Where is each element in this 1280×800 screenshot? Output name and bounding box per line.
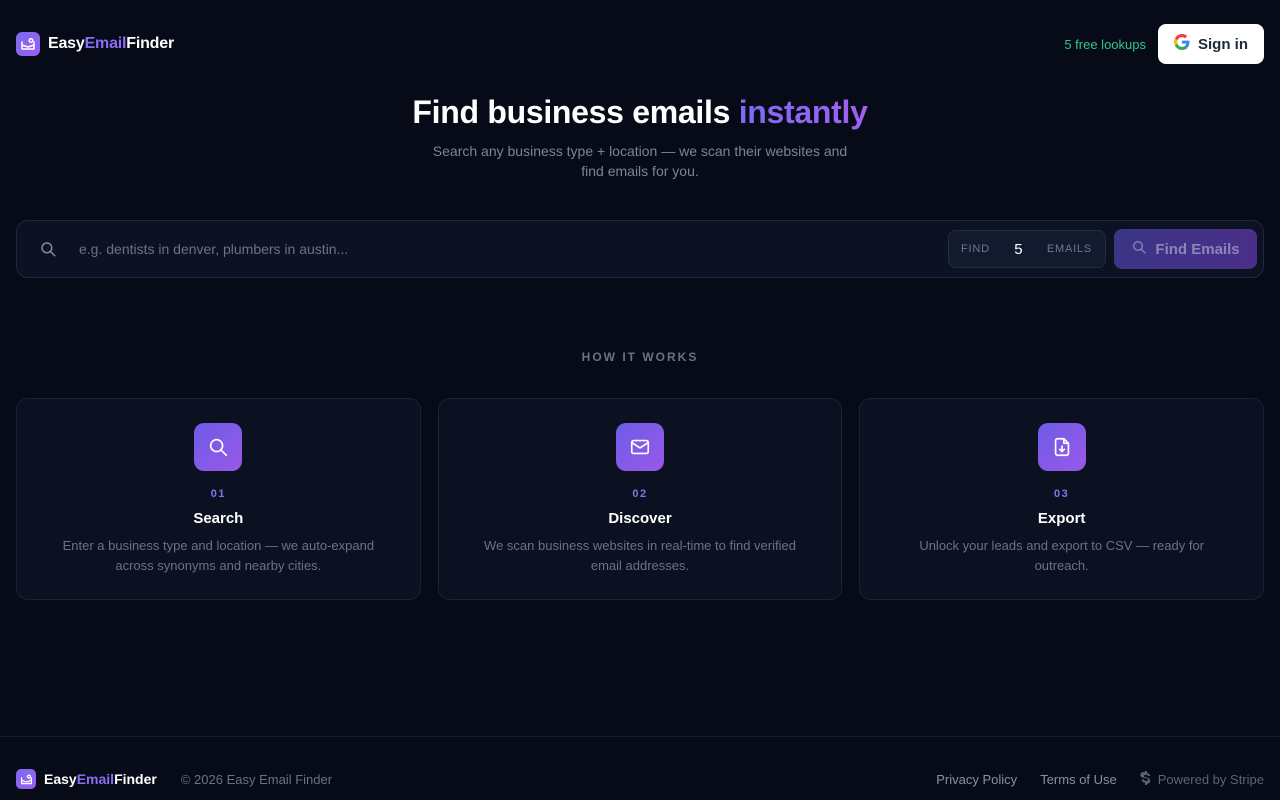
search-input[interactable] [79, 221, 948, 277]
footer: EasyEmailFinder © 2026 Easy Email Finder… [0, 736, 1280, 800]
search-icon [1131, 239, 1147, 259]
how-it-works-cards: 01 Search Enter a business type and loca… [16, 398, 1265, 600]
how-it-works-heading: HOW IT WORKS [581, 350, 699, 364]
step-title: Search [193, 510, 244, 527]
page-title: Find business emails instantly [412, 94, 868, 130]
copyright-text: © 2026 Easy Email Finder [180, 771, 333, 787]
page-subtitle: Search any business type + location — we… [432, 143, 848, 179]
page: EasyEmailFinder 5 free lookups Sign in F… [0, 0, 1280, 800]
dollar-icon [1140, 770, 1152, 788]
powered-by-label: Powered by Stripe [1157, 771, 1264, 787]
mailbox-icon [16, 769, 36, 789]
step-card-discover: 02 Discover We scan business websites in… [437, 398, 843, 600]
brand-logo[interactable]: EasyEmailFinder [16, 32, 174, 56]
step-title: Export [1037, 510, 1086, 527]
find-label: FIND [961, 243, 990, 255]
find-emails-label: Find Emails [1155, 240, 1240, 258]
step-number: 03 [1054, 488, 1070, 500]
header-actions: 5 free lookups Sign in [1064, 24, 1264, 64]
footer-brand-name[interactable]: EasyEmailFinder [44, 771, 157, 787]
hero: Find business emails instantly Search an… [0, 94, 1280, 181]
step-number: 02 [632, 488, 648, 500]
file-download-icon [1037, 423, 1086, 471]
step-number: 01 [210, 488, 226, 500]
footer-content: EasyEmailFinder © 2026 Easy Email Finder… [16, 769, 1264, 789]
privacy-policy-link[interactable]: Privacy Policy [936, 772, 1017, 787]
step-description: Enter a business type and location — we … [62, 538, 375, 573]
header: EasyEmailFinder 5 free lookups Sign in [16, 24, 1264, 64]
brand-name: EasyEmailFinder [48, 35, 174, 52]
emails-label: EMAILS [1046, 243, 1092, 255]
google-signin-button[interactable]: Sign in [1158, 24, 1264, 64]
terms-of-use-link[interactable]: Terms of Use [1040, 772, 1117, 787]
signin-label: Sign in [1198, 35, 1248, 53]
mail-icon [616, 423, 664, 471]
mailbox-icon [16, 32, 40, 56]
step-description: Unlock your leads and export to CSV — re… [919, 538, 1205, 573]
email-count-input[interactable] [1003, 240, 1034, 258]
search-bar: FIND EMAILS Find Emails [16, 220, 1264, 278]
search-icon [17, 240, 79, 258]
footer-left: EasyEmailFinder © 2026 Easy Email Finder [16, 769, 332, 789]
free-lookups-counter: 5 free lookups [1064, 36, 1146, 52]
search-icon [194, 423, 243, 471]
footer-links: Privacy Policy Terms of Use Powered by S… [936, 770, 1264, 788]
google-icon [1174, 34, 1190, 54]
find-emails-button[interactable]: Find Emails [1114, 229, 1257, 269]
powered-by-stripe: Powered by Stripe [1140, 770, 1264, 788]
email-count-selector: FIND EMAILS [948, 230, 1106, 268]
step-title: Discover [608, 510, 672, 527]
step-description: We scan business websites in real-time t… [484, 538, 796, 573]
step-card-export: 03 Export Unlock your leads and export t… [859, 398, 1265, 600]
step-card-search: 01 Search Enter a business type and loca… [16, 398, 421, 600]
